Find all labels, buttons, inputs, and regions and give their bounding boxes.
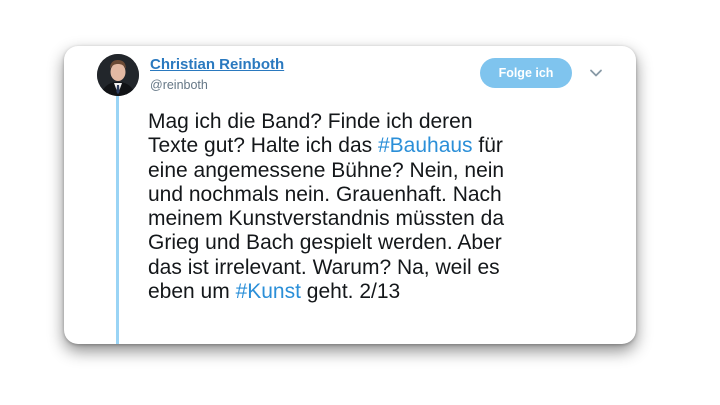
tweet-card: Christian Reinboth @reinboth Folge ich M…	[64, 46, 636, 344]
tweet-text-part: für eine angemessene Bühne? Nein, nein u…	[148, 134, 505, 304]
avatar[interactable]	[97, 54, 139, 96]
chevron-down-icon[interactable]	[587, 66, 605, 80]
author-handle: @reinboth	[150, 78, 208, 92]
tweet-text: Mag ich die Band? Finde ich deren Texte …	[148, 110, 618, 304]
hashtag-bauhaus[interactable]: #Bauhaus	[378, 134, 473, 157]
author-name[interactable]: Christian Reinboth	[150, 56, 284, 73]
avatar-image	[97, 54, 139, 96]
thread-line	[116, 96, 119, 344]
tweet-text-part: geht. 2/13	[300, 280, 401, 304]
follow-button[interactable]: Folge ich	[480, 58, 572, 88]
hashtag-kunst[interactable]: #Kunst	[236, 280, 301, 303]
